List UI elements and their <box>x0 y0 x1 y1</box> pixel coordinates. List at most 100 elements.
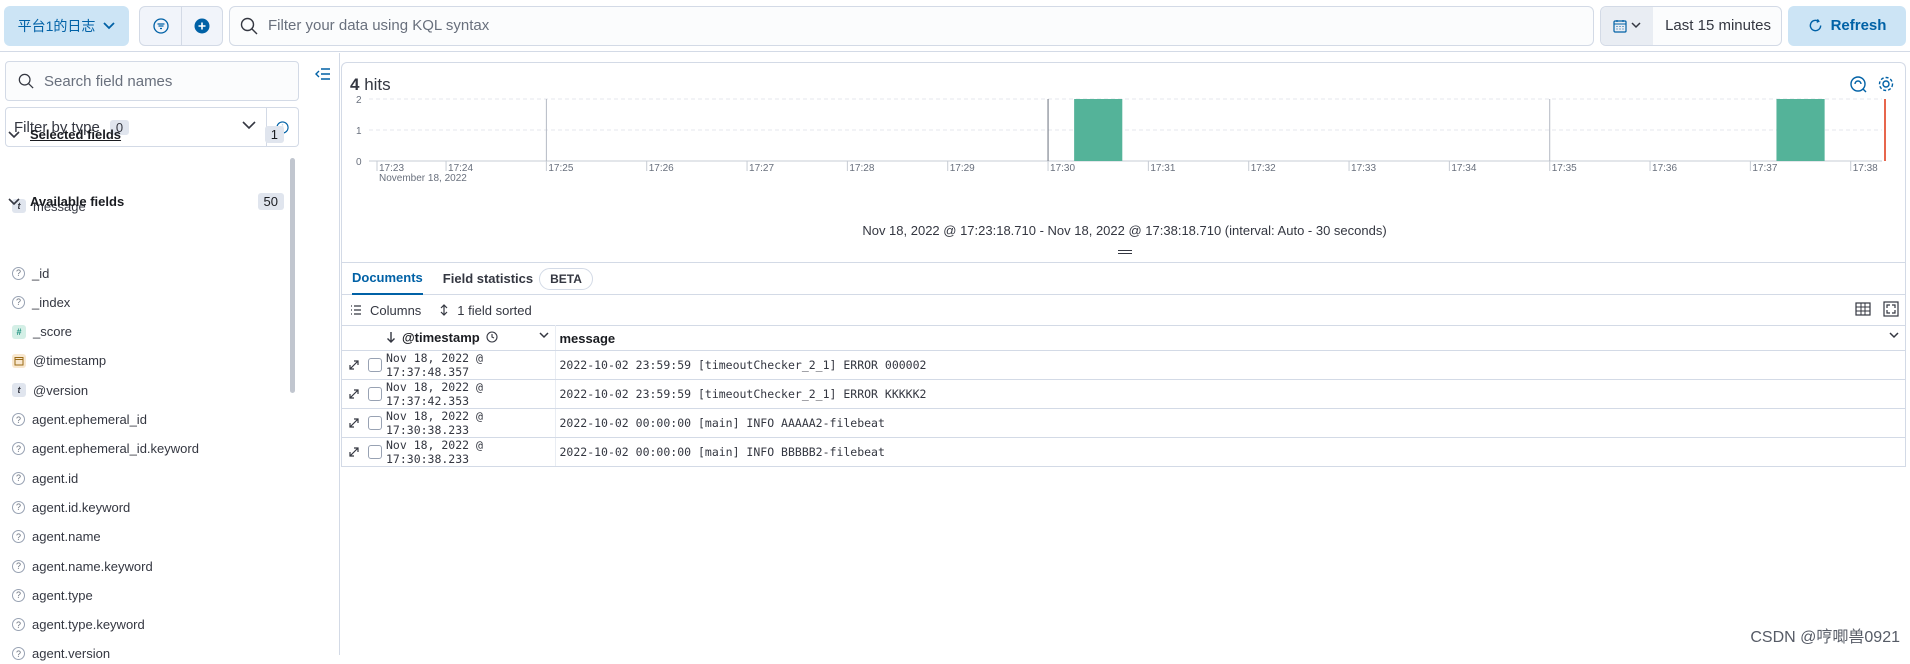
cell-timestamp[interactable]: Nov 18, 2022 @ 17:30:38.233 <box>382 438 555 467</box>
field-name: agent.type <box>32 588 93 603</box>
top-bar: 平台1的日志 Last 15 minutes Refresh <box>0 0 1910 52</box>
field-type-token-icon: t <box>12 383 26 397</box>
x-tick-label: 17:28 <box>849 163 874 174</box>
time-range-label[interactable]: Last 15 minutes <box>1653 17 1781 34</box>
cell-timestamp[interactable]: Nov 18, 2022 @ 17:30:38.233 <box>382 409 555 438</box>
table-density-icon[interactable] <box>1855 301 1871 317</box>
field-item[interactable]: @timestamp <box>12 351 106 371</box>
field-type-token-icon: ? <box>12 501 25 514</box>
field-type-token-icon: ? <box>12 442 25 455</box>
data-view-selector[interactable]: 平台1的日志 <box>4 6 129 46</box>
calendar-token-icon <box>12 354 26 368</box>
row-checkbox[interactable] <box>368 387 382 401</box>
cell-timestamp[interactable]: Nov 18, 2022 @ 17:37:42.353 <box>382 380 555 409</box>
table-row[interactable]: Nov 18, 2022 @ 17:30:38.2332022-10-02 00… <box>342 409 1906 438</box>
available-fields-header[interactable]: Available fields 50 <box>8 194 284 209</box>
field-item[interactable]: ?agent.version <box>12 644 110 664</box>
field-type-token-icon: # <box>12 325 26 339</box>
field-item[interactable]: ?agent.type.keyword <box>12 615 145 635</box>
query-actions <box>139 6 223 46</box>
field-item[interactable]: ?_id <box>12 263 49 283</box>
table-row[interactable]: Nov 18, 2022 @ 17:37:48.3572022-10-02 23… <box>342 351 1906 380</box>
column-header-message[interactable]: message <box>555 326 1906 351</box>
table-row[interactable]: Nov 18, 2022 @ 17:37:42.3532022-10-02 23… <box>342 380 1906 409</box>
column-header-timestamp[interactable]: @timestamp <box>382 326 555 351</box>
field-search-input[interactable] <box>44 73 298 90</box>
quick-menu-button[interactable] <box>1601 7 1653 45</box>
cell-message[interactable]: 2022-10-02 23:59:59 [timeoutChecker_2_1]… <box>555 351 1906 380</box>
field-name: agent.id <box>32 471 78 486</box>
histogram-chart[interactable]: 01217:2317:2417:2517:2617:2717:2817:2917… <box>342 89 1907 219</box>
grid-header-row: @timestamp message <box>342 326 1906 351</box>
filter-menu-button[interactable] <box>140 7 181 45</box>
y-tick-label: 1 <box>356 126 362 137</box>
row-checkbox[interactable] <box>368 358 382 372</box>
histogram-panel: 4 hits 01217:2317:2417:2517:2617:2717:28… <box>341 62 1906 262</box>
row-controls <box>342 351 383 380</box>
field-item[interactable]: ?agent.ephemeral_id <box>12 410 147 430</box>
field-item[interactable]: ?agent.name <box>12 527 101 547</box>
collapse-sidebar-button[interactable] <box>312 63 334 85</box>
cell-message[interactable]: 2022-10-02 00:00:00 [main] INFO BBBBB2-f… <box>555 438 1906 467</box>
field-item[interactable]: ?_index <box>12 292 70 312</box>
field-item[interactable]: t@version <box>12 380 88 400</box>
chevron-down-icon[interactable] <box>539 332 549 339</box>
cell-message[interactable]: 2022-10-02 23:59:59 [timeoutChecker_2_1]… <box>555 380 1906 409</box>
grid-toolbar-right <box>1855 301 1899 317</box>
sidebar-scrollbar[interactable] <box>290 158 295 393</box>
add-filter-button[interactable] <box>181 7 222 45</box>
expand-icon[interactable] <box>348 417 360 429</box>
tab-field-statistics[interactable]: Field statistics <box>443 262 533 295</box>
expand-icon[interactable] <box>348 446 360 458</box>
time-picker[interactable]: Last 15 minutes <box>1600 6 1782 46</box>
chevron-down-icon <box>8 131 20 139</box>
field-name: _index <box>32 295 70 310</box>
resize-handle[interactable] <box>1118 250 1132 254</box>
columns-button[interactable]: Columns <box>350 303 421 318</box>
filter-icon <box>153 18 169 34</box>
kql-query-input[interactable] <box>268 17 1593 34</box>
field-type-token-icon: ? <box>12 560 25 573</box>
columns-label: Columns <box>370 303 421 318</box>
field-type-token-icon: ? <box>12 267 25 280</box>
x-axis-sublabel: November 18, 2022 <box>379 173 467 184</box>
chevron-down-icon <box>1631 22 1641 29</box>
x-tick-label: 17:38 <box>1853 163 1878 174</box>
field-item[interactable]: ? agent.ephemeral_id.keyword <box>12 439 199 459</box>
field-item[interactable]: #_score <box>12 322 72 342</box>
query-bar[interactable] <box>229 6 1594 46</box>
field-type-token-icon: ? <box>12 530 25 543</box>
field-type-token-icon: ? <box>12 618 25 631</box>
cell-timestamp[interactable]: Nov 18, 2022 @ 17:37:48.357 <box>382 351 555 380</box>
selected-fields-header[interactable]: Selected fields 1 <box>8 127 284 142</box>
row-checkbox[interactable] <box>368 445 382 459</box>
x-tick-label: 17:31 <box>1150 163 1175 174</box>
field-name: agent.ephemeral_id.keyword <box>32 441 199 456</box>
available-fields-count: 50 <box>258 193 284 210</box>
field-item[interactable]: ?agent.id.keyword <box>12 497 130 517</box>
chevron-down-icon[interactable] <box>1889 332 1899 339</box>
field-type-token-icon: ? <box>12 589 25 602</box>
field-item[interactable]: ?agent.name.keyword <box>12 556 153 576</box>
available-fields-label: Available fields <box>30 194 124 209</box>
sort-button[interactable]: 1 field sorted <box>439 303 531 318</box>
refresh-button[interactable]: Refresh <box>1788 6 1906 46</box>
histogram-bar[interactable] <box>1074 99 1122 161</box>
cell-message[interactable]: 2022-10-02 00:00:00 [main] INFO AAAAA2-f… <box>555 409 1906 438</box>
x-tick-label: 17:29 <box>950 163 975 174</box>
row-controls <box>342 438 383 467</box>
calendar-icon <box>1613 19 1627 33</box>
expand-icon[interactable] <box>348 359 360 371</box>
field-item[interactable]: ? agent.type <box>12 585 93 605</box>
sorted-label: 1 field sorted <box>457 303 531 318</box>
fullscreen-icon[interactable] <box>1883 301 1899 317</box>
row-checkbox[interactable] <box>368 416 382 430</box>
field-search[interactable] <box>5 61 299 101</box>
expand-icon[interactable] <box>348 388 360 400</box>
field-name: agent.version <box>32 646 110 661</box>
selected-fields-label: Selected fields <box>30 127 121 142</box>
table-row[interactable]: Nov 18, 2022 @ 17:30:38.2332022-10-02 00… <box>342 438 1906 467</box>
tab-documents[interactable]: Documents <box>352 262 423 295</box>
field-item[interactable]: ?agent.id <box>12 468 78 488</box>
histogram-bar[interactable] <box>1776 99 1824 161</box>
